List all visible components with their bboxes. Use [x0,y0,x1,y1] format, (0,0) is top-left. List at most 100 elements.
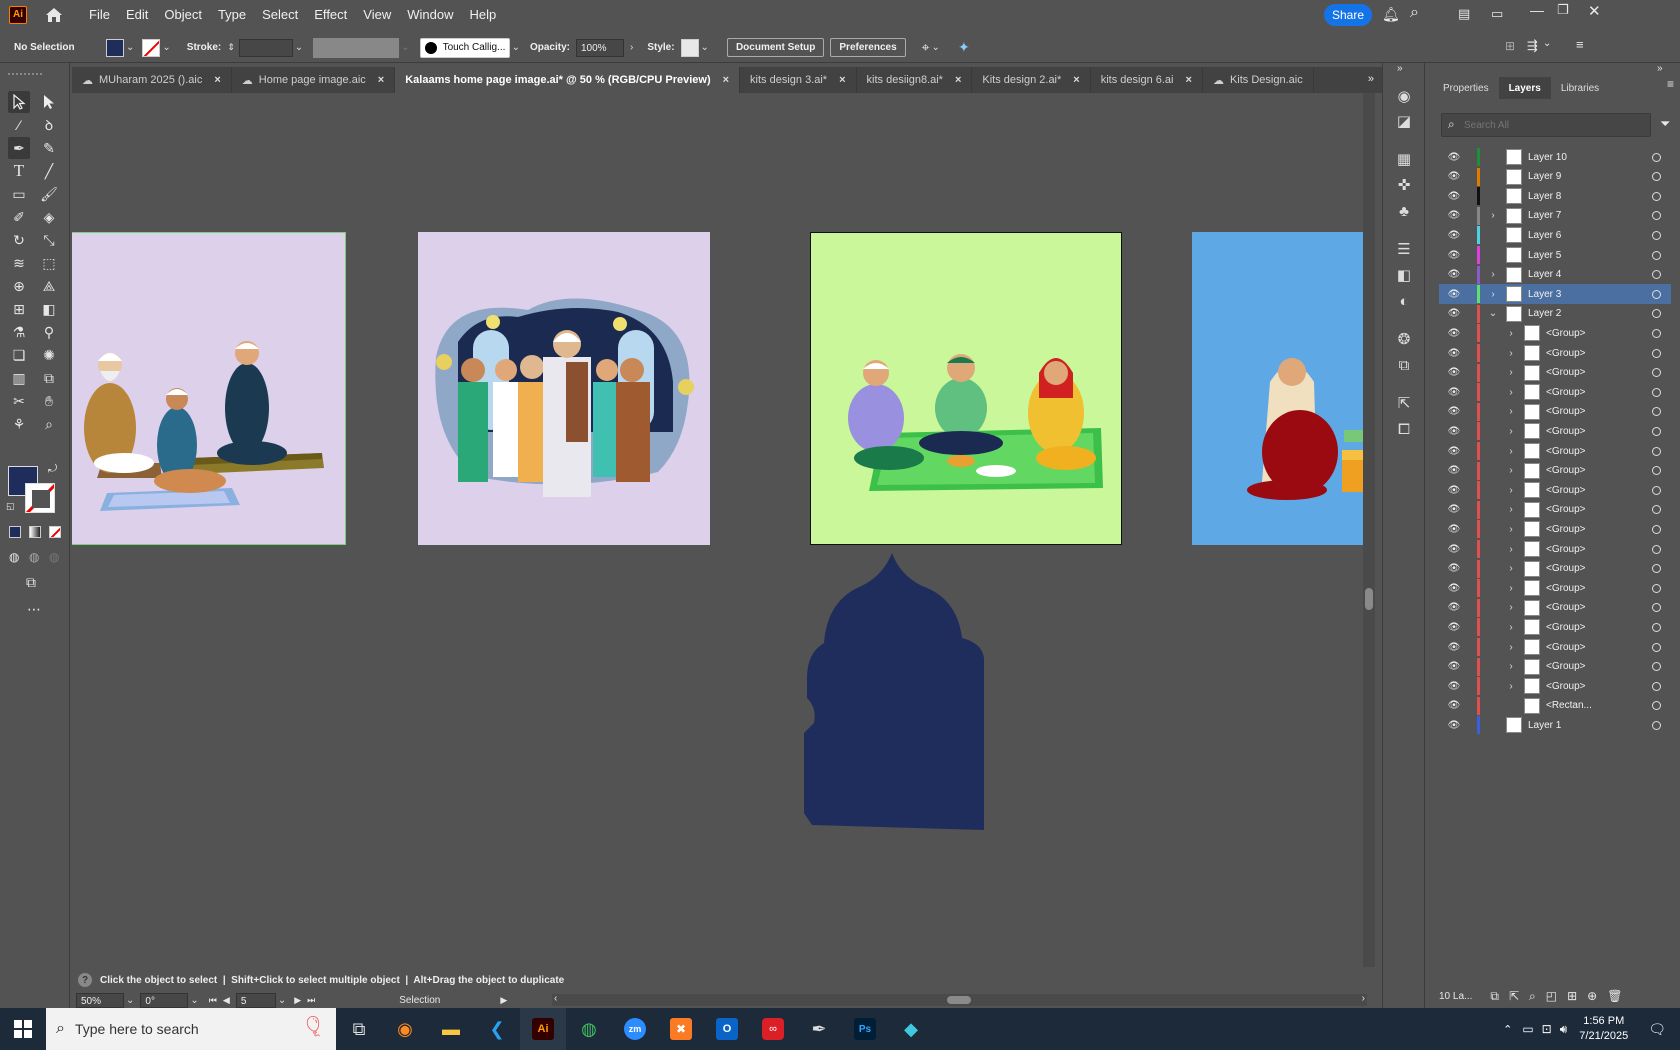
artboards-panel-icon[interactable]: ⧠ [1394,419,1414,439]
close-tab-icon[interactable]: × [1073,74,1079,86]
stroke-stepper-icon[interactable]: ⇕ [227,42,235,53]
layer-name[interactable]: Layer 10 [1528,152,1567,163]
chevron-down-icon[interactable]: ⌄ [1543,38,1551,49]
layer-row[interactable]: 👁︎ <Rectan... [1439,696,1671,716]
layer-name[interactable]: Layer 7 [1528,210,1561,221]
layer-name[interactable]: <Group> [1546,661,1585,672]
close-tab-icon[interactable]: × [723,74,729,86]
layer-row[interactable]: 👁︎ › <Group> [1439,657,1671,677]
layer-row[interactable]: 👁︎ ⌄ Layer 2 [1439,304,1671,324]
bell-icon[interactable]: 🔔︎ [1382,6,1400,23]
layer-name[interactable]: <Group> [1546,387,1585,398]
expand-chevron-icon[interactable]: › [1504,348,1518,359]
chevron-down-icon[interactable]: ⌄ [126,995,134,1006]
target-circle-icon[interactable] [1652,152,1661,162]
target-circle-icon[interactable] [1652,583,1661,593]
layer-name[interactable]: <Group> [1546,563,1585,574]
close-tab-icon[interactable]: × [1186,74,1192,86]
target-circle-icon[interactable] [1652,662,1661,672]
layer-row[interactable]: 👁︎ › <Group> [1439,363,1671,383]
search-icon[interactable]: ⌕ [1410,4,1419,22]
scroll-thumb[interactable] [947,996,971,1004]
chevron-down-icon[interactable]: ⌄ [512,42,520,53]
visibility-eye-icon[interactable]: 👁︎ [1447,700,1461,711]
expand-chevron-icon[interactable]: › [1504,602,1518,613]
layer-name[interactable]: Layer 9 [1528,171,1561,182]
expand-chevron-icon[interactable]: › [1504,406,1518,417]
visibility-eye-icon[interactable]: 👁︎ [1447,465,1461,476]
chrome-icon[interactable]: ◍ [566,1008,612,1050]
layer-row[interactable]: 👁︎ › <Group> [1439,441,1671,461]
file-explorer-icon[interactable]: ▬ [428,1008,474,1050]
style-swatch[interactable] [680,38,699,57]
expand-chevron-icon[interactable]: › [1504,681,1518,692]
close-icon[interactable]: ✕ [1588,2,1601,20]
type-tool-icon[interactable]: T [8,160,30,182]
vscode-icon[interactable]: ❮ [474,1008,520,1050]
windows-start-icon[interactable] [0,1008,46,1050]
tab-layers[interactable]: Layers [1498,77,1551,99]
menu-object[interactable]: Object [156,7,210,22]
visibility-eye-icon[interactable]: 👁︎ [1447,544,1461,555]
locate-object-icon[interactable]: ⌕ [1529,989,1536,1004]
collapse-panels-icon[interactable]: » [1657,63,1663,74]
fill-swatch[interactable] [106,38,124,57]
draw-behind-icon[interactable]: ◍ [29,550,39,564]
help-icon[interactable]: ? [78,973,92,987]
menu-effect[interactable]: Effect [306,7,355,22]
layer-row[interactable]: 👁︎ › <Group> [1439,578,1671,598]
appearance-icon[interactable]: ◉ [1394,86,1414,106]
variable-width-profile[interactable] [313,37,400,58]
column-graph-icon[interactable]: ▥ [8,367,30,389]
tab-libraries[interactable]: Libraries [1551,77,1609,99]
scroll-left-icon[interactable]: ‹ [554,993,557,1004]
lasso-icon[interactable]: ꝺ [38,114,60,136]
layer-row[interactable]: 👁︎ Layer 8 [1439,186,1671,206]
expand-chevron-icon[interactable]: ⌄ [1486,308,1500,319]
layer-name[interactable]: <Group> [1546,583,1585,594]
expand-chevron-icon[interactable]: › [1504,426,1518,437]
tab-kits-design[interactable]: ☁ Kits Design.aic [1203,67,1314,93]
target-circle-icon[interactable] [1652,348,1661,358]
layer-name[interactable]: Layer 5 [1528,250,1561,261]
menu-file[interactable]: File [81,7,118,22]
rotation-field[interactable]: 0° [140,992,189,1008]
target-circle-icon[interactable] [1652,191,1661,201]
new-sublayer-icon[interactable]: ⊞ [1567,989,1577,1003]
layer-name[interactable]: <Group> [1546,602,1585,613]
expand-chevron-icon[interactable]: › [1504,328,1518,339]
swap-fill-stroke-icon[interactable]: ⤾ [48,463,57,476]
layer-row[interactable]: 👁︎ › <Group> [1439,480,1671,500]
symbol-sprayer-icon[interactable]: ✺ [38,344,60,366]
target-circle-icon[interactable] [1652,701,1661,711]
workspace-icon[interactable]: ▭ [1491,6,1503,22]
chevron-down-icon[interactable]: ⌄ [126,42,134,53]
layer-row[interactable]: 👁︎ Layer 9 [1439,167,1671,187]
transparency-icon[interactable]: ◐ [1394,291,1414,311]
chevron-right-icon[interactable]: › [630,42,633,53]
photoshop-icon[interactable]: Ps [842,1008,888,1050]
shaper-icon[interactable]: ✐ [8,206,30,228]
slice-icon[interactable]: ✂ [8,390,30,412]
layer-name[interactable]: <Group> [1546,446,1585,457]
expand-chevron-icon[interactable]: › [1504,465,1518,476]
export-layer-icon[interactable]: ⇱ [1509,989,1519,1003]
target-circle-icon[interactable] [1652,172,1661,182]
paintbrush-icon[interactable]: 🖌︎ [38,183,60,205]
layers-search-input[interactable] [1464,117,1644,133]
brushes-icon[interactable]: ✜ [1394,175,1414,195]
draw-normal-icon[interactable]: ◍ [9,550,19,564]
task-view-icon[interactable]: ⧉ [336,1008,382,1050]
expand-chevron-icon[interactable]: › [1504,661,1518,672]
layer-row[interactable]: 👁︎ › <Group> [1439,539,1671,559]
expand-chevron-icon[interactable]: › [1504,387,1518,398]
expand-chevron-icon[interactable]: › [1504,544,1518,555]
layer-row[interactable]: 👁︎ › <Group> [1439,421,1671,441]
dome-shape[interactable] [802,553,1002,853]
layer-name[interactable]: <Group> [1546,504,1585,515]
visibility-eye-icon[interactable]: 👁︎ [1447,171,1461,182]
next-artboard-icon[interactable]: ▶ [294,995,301,1006]
pen-app-icon[interactable]: ✒ [796,1008,842,1050]
layer-row[interactable]: 👁︎ › <Group> [1439,617,1671,637]
expand-chevron-icon[interactable]: › [1504,642,1518,653]
